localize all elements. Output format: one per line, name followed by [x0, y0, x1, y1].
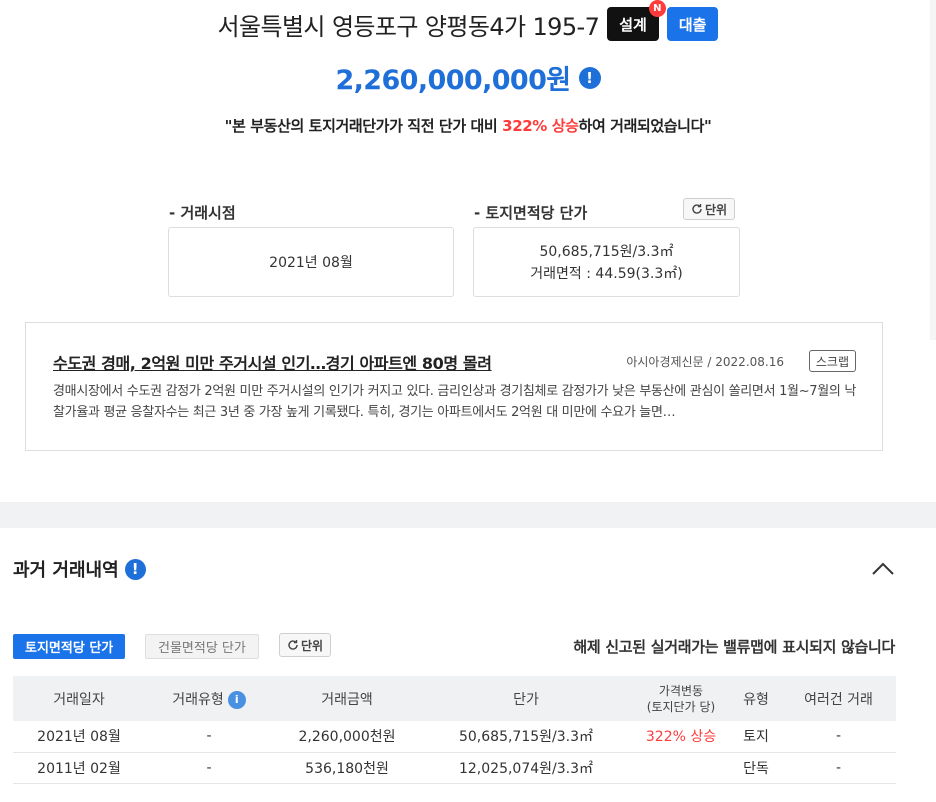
- unit-toggle-label: 단위: [705, 202, 728, 217]
- news-summary: 경매시장에서 수도권 감정가 2억원 미만 주거시설의 인기가 커지고 있다. …: [53, 384, 857, 420]
- refresh-icon: [692, 204, 702, 214]
- table-row[interactable]: 2021년 08월 - 2,260,000천원 50,685,715원/3.3㎡…: [13, 721, 896, 753]
- col-change-line2: (토지단가 당): [646, 699, 716, 714]
- cell-date: 2021년 08월: [13, 721, 145, 753]
- col-unit-price: 단가: [513, 691, 539, 708]
- news-title-link[interactable]: 수도권 경매, 2억원 미만 주거시설 인기…경기 아파트엔 80명 몰려: [53, 350, 492, 374]
- property-address: 서울특별시 영등포구 양평동4가 195-7: [217, 12, 600, 41]
- tab-land-unit-price[interactable]: 토지면적당 단가: [13, 634, 126, 659]
- unit-price-value: 50,685,715원/3.3㎡: [539, 244, 674, 260]
- history-section: 과거 거래내역 ! 토지면적당 단가 건물면적당 단가 단위 해제 신고된 실거…: [0, 528, 936, 802]
- refresh-icon: [288, 640, 298, 650]
- cell-change: 322% 상승: [631, 721, 731, 753]
- history-title: 과거 거래내역 !: [13, 556, 146, 582]
- cell-change: [631, 752, 731, 784]
- deal-time-label: - 거래시점: [169, 204, 236, 222]
- deal-area-value: 거래면적 : 44.59(3.3㎡): [530, 266, 683, 282]
- history-unit-toggle-button[interactable]: 단위: [279, 633, 332, 657]
- cell-multi: -: [781, 721, 896, 753]
- col-type-label: 거래유형: [172, 691, 224, 708]
- info-icon[interactable]: !: [124, 558, 146, 580]
- quote-highlight: 322% 상승: [502, 117, 579, 135]
- cell-unit-price: 50,685,715원/3.3㎡: [421, 721, 631, 753]
- news-card: 수도권 경매, 2억원 미만 주거시설 인기…경기 아파트엔 80명 몰려 아시…: [25, 322, 883, 451]
- cell-amount: 2,260,000천원: [273, 721, 421, 753]
- history-unit-label: 단위: [301, 638, 324, 653]
- col-type: 거래유형 i: [145, 676, 273, 721]
- design-label: 설계: [619, 15, 647, 34]
- table-row[interactable]: 2011년 02월 - 536,180천원 12,025,074원/3.3㎡ 단…: [13, 752, 896, 784]
- tab-building-unit-price[interactable]: 건물면적당 단가: [145, 634, 259, 659]
- cell-multi: -: [781, 752, 896, 784]
- news-source: 아시아경제신문 / 2022.08.16: [626, 355, 784, 369]
- history-title-text: 과거 거래내역: [13, 560, 119, 581]
- col-change: 가격변동 (토지단가 당): [631, 676, 731, 721]
- price-change-quote: "본 부동산의 토지거래단가가 직전 단가 대비 322% 상승하여 거래되었습…: [0, 115, 936, 136]
- cell-kind: 단독: [731, 752, 781, 784]
- quote-suffix: 하여 거래되었습니다": [578, 117, 712, 135]
- loan-button[interactable]: 대출: [666, 7, 719, 41]
- deal-time-box: 2021년 08월: [168, 227, 454, 297]
- col-kind: 유형: [743, 691, 769, 708]
- address-row: 서울특별시 영등포구 양평동4가 195-7 설계 N 대출: [0, 0, 936, 42]
- cell-kind: 토지: [731, 721, 781, 753]
- deal-time-value: 2021년 08월: [269, 255, 353, 271]
- info-icon[interactable]: i: [227, 690, 246, 709]
- col-amount: 거래금액: [321, 691, 373, 708]
- info-icon[interactable]: !: [578, 66, 601, 89]
- unit-toggle-button[interactable]: 단위: [683, 198, 736, 220]
- quote-prefix: "본 부동산의 토지거래단가가 직전 단가 대비: [224, 117, 503, 135]
- cancelled-deal-note: 해제 신고된 실거래가는 밸류맵에 표시되지 않습니다: [573, 638, 895, 656]
- cell-unit-price: 12,025,074원/3.3㎡: [421, 752, 631, 784]
- cell-amount: 536,180천원: [273, 752, 421, 784]
- scrap-button[interactable]: 스크랩: [808, 350, 856, 372]
- scrollbar[interactable]: [930, 0, 936, 340]
- unit-price-box: 50,685,715원/3.3㎡ 거래면적 : 44.59(3.3㎡): [473, 227, 740, 297]
- cell-type: -: [145, 752, 273, 784]
- property-summary: 서울특별시 영등포구 양평동4가 195-7 설계 N 대출 2,260,000…: [0, 0, 936, 502]
- new-badge: N: [648, 0, 666, 17]
- chevron-up-icon[interactable]: [870, 556, 896, 582]
- land-unit-price-label: - 토지면적당 단가: [474, 204, 588, 222]
- cell-date: 2011년 02월: [13, 752, 145, 784]
- deal-price: 2,260,000,000원: [335, 65, 571, 96]
- design-button[interactable]: 설계 N: [607, 0, 666, 41]
- col-change-line1: 가격변동: [658, 683, 704, 698]
- price-row: 2,260,000,000원 !: [0, 58, 936, 97]
- section-divider: [0, 502, 936, 528]
- col-date: 거래일자: [53, 691, 105, 708]
- cell-type: -: [145, 721, 273, 753]
- table-header-row: 거래일자 거래유형 i 거래금액 단가 가격변동 (토지단가 당) 유형 여러건 거…: [13, 676, 896, 721]
- col-multi: 여러건 거래: [804, 691, 873, 708]
- history-table: 거래일자 거래유형 i 거래금액 단가 가격변동 (토지단가 당) 유형 여러건 거…: [13, 676, 896, 784]
